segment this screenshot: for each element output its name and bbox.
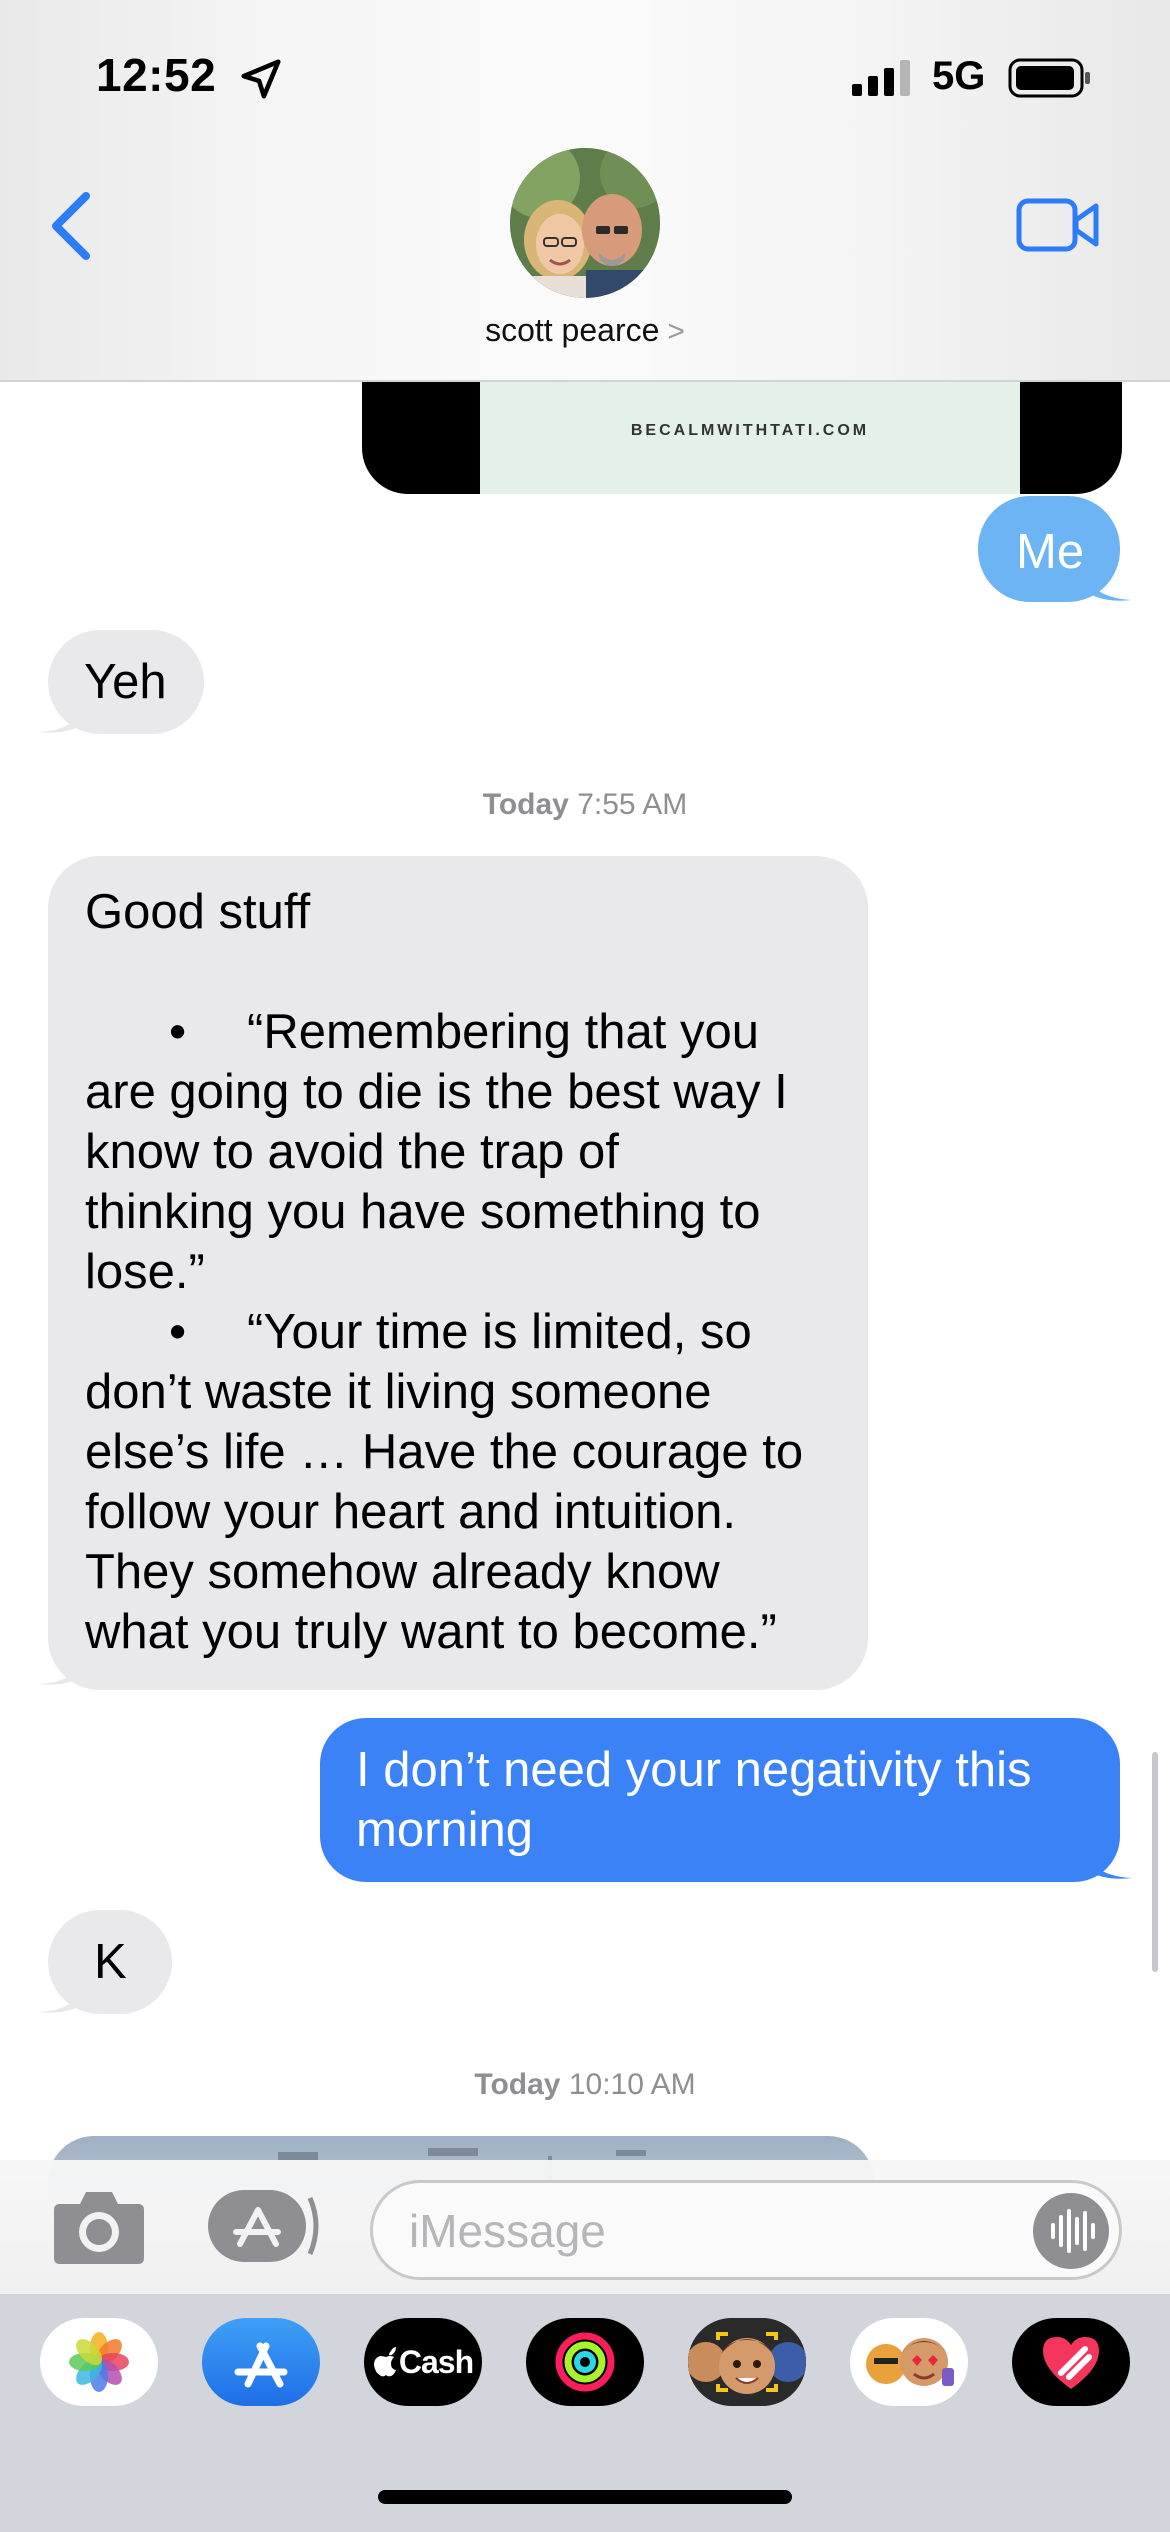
cash-label: Cash bbox=[398, 2343, 474, 2380]
chevron-right-icon: > bbox=[667, 315, 685, 348]
home-indicator[interactable] bbox=[378, 2490, 792, 2504]
message-text: Yeh bbox=[84, 655, 167, 709]
timestamp-time: 10:10 AM bbox=[568, 2068, 696, 2101]
photos-icon bbox=[69, 2332, 129, 2392]
quote-text: “Remembering that you bbox=[247, 1005, 760, 1059]
quote-line: lose.” bbox=[85, 1245, 205, 1299]
bullet-marker: • bbox=[169, 1005, 187, 1059]
incoming-message-bubble[interactable]: Good stuff • “Remembering that you are go… bbox=[48, 856, 868, 1690]
message-text: Me bbox=[1016, 525, 1085, 579]
digital-touch-app-button[interactable] bbox=[1012, 2318, 1130, 2406]
apple-cash-app-button[interactable]: Cash bbox=[364, 2318, 482, 2406]
cellular-signal-icon bbox=[852, 60, 910, 96]
memoji-stickers-icon bbox=[866, 2338, 954, 2386]
app-store-drawer-icon[interactable] bbox=[206, 2188, 320, 2264]
message-input[interactable] bbox=[409, 2201, 969, 2261]
outgoing-message-bubble[interactable]: Me bbox=[978, 496, 1120, 602]
contact-avatar[interactable] bbox=[510, 148, 660, 298]
avatar-photo bbox=[510, 148, 660, 298]
incoming-message-bubble[interactable]: Yeh bbox=[48, 630, 204, 734]
app-store-icon bbox=[234, 2342, 288, 2388]
photos-app-button[interactable] bbox=[40, 2318, 158, 2406]
memoji-stickers-app-button[interactable] bbox=[850, 2318, 968, 2406]
link-preview-card[interactable]: BECALMWITHTATI.COM bbox=[362, 382, 1122, 494]
battery-icon bbox=[1008, 58, 1090, 98]
camera-icon[interactable] bbox=[52, 2188, 146, 2266]
quote-line: They somehow already know bbox=[85, 1545, 720, 1599]
quote-text: “Your time is limited, so bbox=[247, 1305, 752, 1359]
timestamp: Today 7:55 AM bbox=[0, 788, 1170, 822]
incoming-message-bubble[interactable]: K bbox=[48, 1910, 172, 2014]
apple-logo-icon bbox=[373, 2347, 396, 2377]
quote-line: follow your heart and intuition. bbox=[85, 1485, 736, 1539]
quote-line: what you truly want to become.” bbox=[85, 1605, 777, 1659]
voice-message-button[interactable] bbox=[1033, 2193, 1109, 2269]
quote-line: • “Your time is limited, so bbox=[85, 1302, 868, 1362]
activity-rings-icon bbox=[555, 2332, 615, 2392]
message-text: morning bbox=[356, 1803, 534, 1857]
link-preview-domain: BECALMWITHTATI.COM bbox=[480, 382, 1020, 494]
timestamp: Today 10:10 AM bbox=[0, 2068, 1170, 2102]
quote-line: don’t waste it living someone bbox=[85, 1365, 712, 1419]
timestamp-day: Today bbox=[474, 2068, 561, 2101]
contact-name-label: scott pearce bbox=[485, 312, 660, 348]
heart-icon bbox=[1043, 2337, 1099, 2389]
timestamp-time: 7:55 AM bbox=[577, 788, 688, 821]
network-type-label: 5G bbox=[932, 54, 986, 98]
timestamp-day: Today bbox=[482, 788, 569, 821]
facetime-video-icon[interactable] bbox=[1016, 196, 1100, 254]
app-store-app-button[interactable] bbox=[202, 2318, 320, 2406]
imessage-input-field[interactable] bbox=[370, 2180, 1122, 2280]
message-text: K bbox=[94, 1935, 127, 1989]
outgoing-message-bubble[interactable]: I don’t need your negativity this mornin… bbox=[320, 1718, 1120, 1882]
location-arrow-icon bbox=[241, 59, 281, 99]
activity-app-button[interactable] bbox=[526, 2318, 644, 2406]
back-chevron-icon[interactable] bbox=[44, 188, 100, 264]
compose-bar bbox=[0, 2160, 1170, 2294]
conversation-header: 12:52 5G scott pearce > bbox=[0, 0, 1170, 382]
status-time: 12:52 bbox=[96, 49, 217, 101]
quote-line: else’s life … Have the courage to bbox=[85, 1425, 804, 1479]
quote-line: know to avoid the trap of bbox=[85, 1125, 619, 1179]
contact-name[interactable]: scott pearce > bbox=[0, 312, 1170, 349]
messages-screen: 12:52 5G scott pearce > BECALMWITHTATI.C… bbox=[0, 0, 1170, 2532]
quote-line: are going to die is the best way I bbox=[85, 1065, 788, 1119]
quote-line: • “Remembering that you bbox=[85, 1002, 868, 1062]
memoji-face-icon bbox=[688, 2318, 806, 2406]
bullet-marker: • bbox=[169, 1305, 187, 1359]
message-text: I don’t need your negativity this bbox=[356, 1743, 1032, 1797]
memoji-camera-app-button[interactable] bbox=[688, 2318, 806, 2406]
quote-line: thinking you have something to bbox=[85, 1185, 761, 1239]
waveform-icon bbox=[1051, 2209, 1095, 2253]
message-text: Good stuff bbox=[85, 885, 311, 939]
scroll-indicator[interactable] bbox=[1152, 1752, 1158, 1972]
